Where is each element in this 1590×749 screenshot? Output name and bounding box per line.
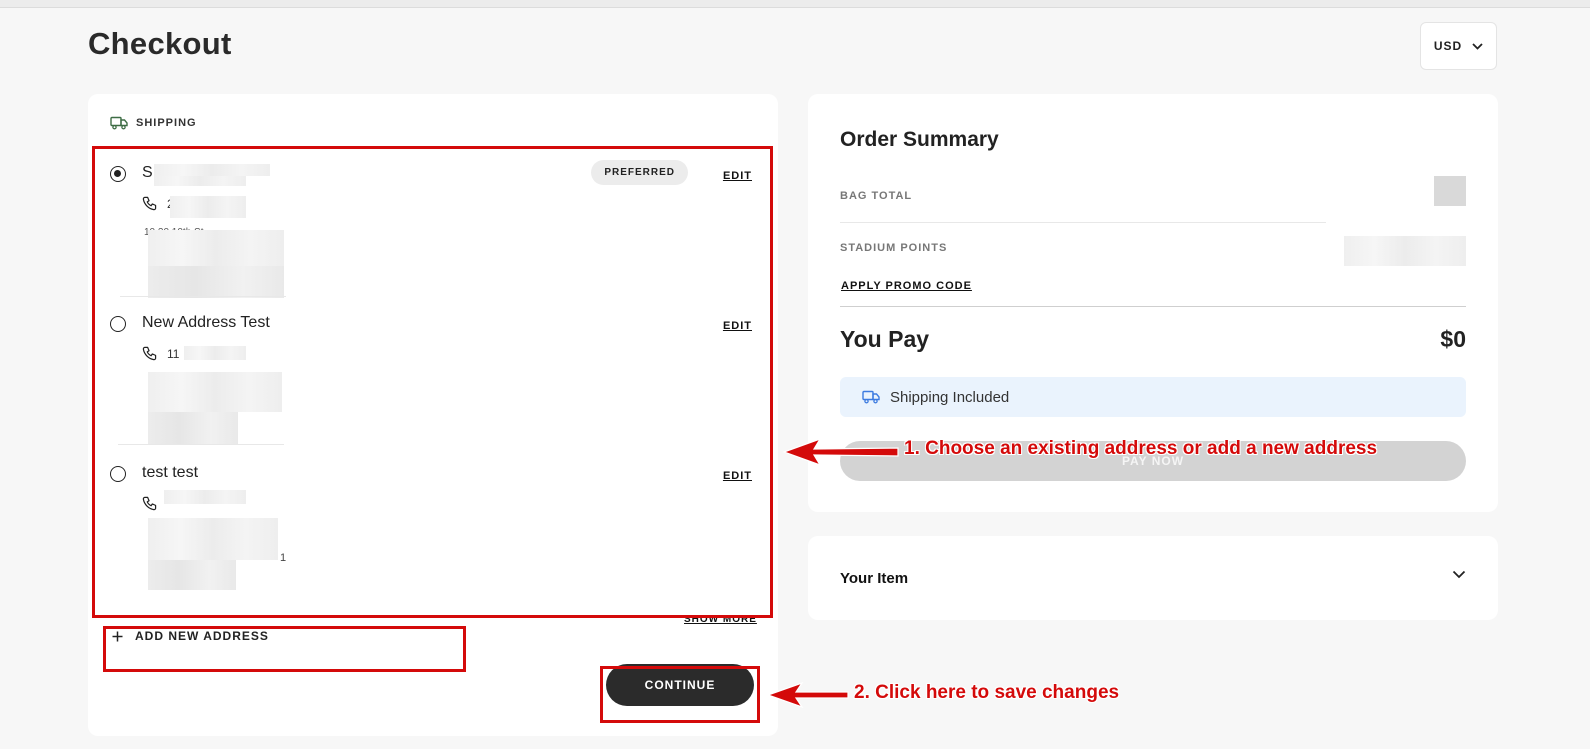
annotation-step-1: 1. Choose an existing address or add a n…	[904, 438, 1378, 459]
annotation-arrow-2	[766, 681, 849, 709]
bag-total-label: BAG TOTAL	[840, 190, 913, 202]
currency-label: USD	[1433, 39, 1463, 53]
truck-icon	[862, 390, 880, 404]
shipping-label: SHIPPING	[136, 117, 197, 129]
stadium-points-label: STADIUM POINTS	[840, 242, 948, 254]
shipping-included-banner: Shipping Included	[840, 377, 1466, 417]
annotation-box-continue	[600, 666, 760, 723]
you-pay-amount: $0	[1440, 326, 1466, 352]
redacted-bag-total	[1434, 176, 1466, 206]
annotation-box-add-address	[103, 626, 466, 672]
your-item-title: Your Item	[840, 570, 909, 587]
apply-promo-code-link[interactable]: APPLY PROMO CODE	[841, 280, 972, 292]
annotation-step-2: 2. Click here to save changes	[854, 682, 1120, 703]
chevron-down-icon	[1472, 42, 1483, 50]
truck-icon	[110, 116, 128, 130]
you-pay-label: You Pay	[840, 326, 930, 352]
shipping-header: SHIPPING	[110, 116, 197, 130]
shipping-included-label: Shipping Included	[890, 388, 1010, 406]
top-bar	[0, 0, 1590, 8]
redacted-stadium-points	[1344, 236, 1466, 266]
page-title: Checkout	[88, 26, 232, 61]
annotation-arrow-1	[782, 437, 899, 467]
bag-divider	[840, 222, 1326, 223]
order-summary-title: Order Summary	[840, 128, 999, 151]
currency-selector[interactable]: USD	[1420, 22, 1497, 70]
summary-divider	[840, 306, 1466, 307]
chevron-down-icon	[1452, 570, 1466, 579]
your-item-accordion[interactable]: Your Item	[808, 536, 1498, 620]
annotation-box-addresses	[92, 146, 773, 618]
